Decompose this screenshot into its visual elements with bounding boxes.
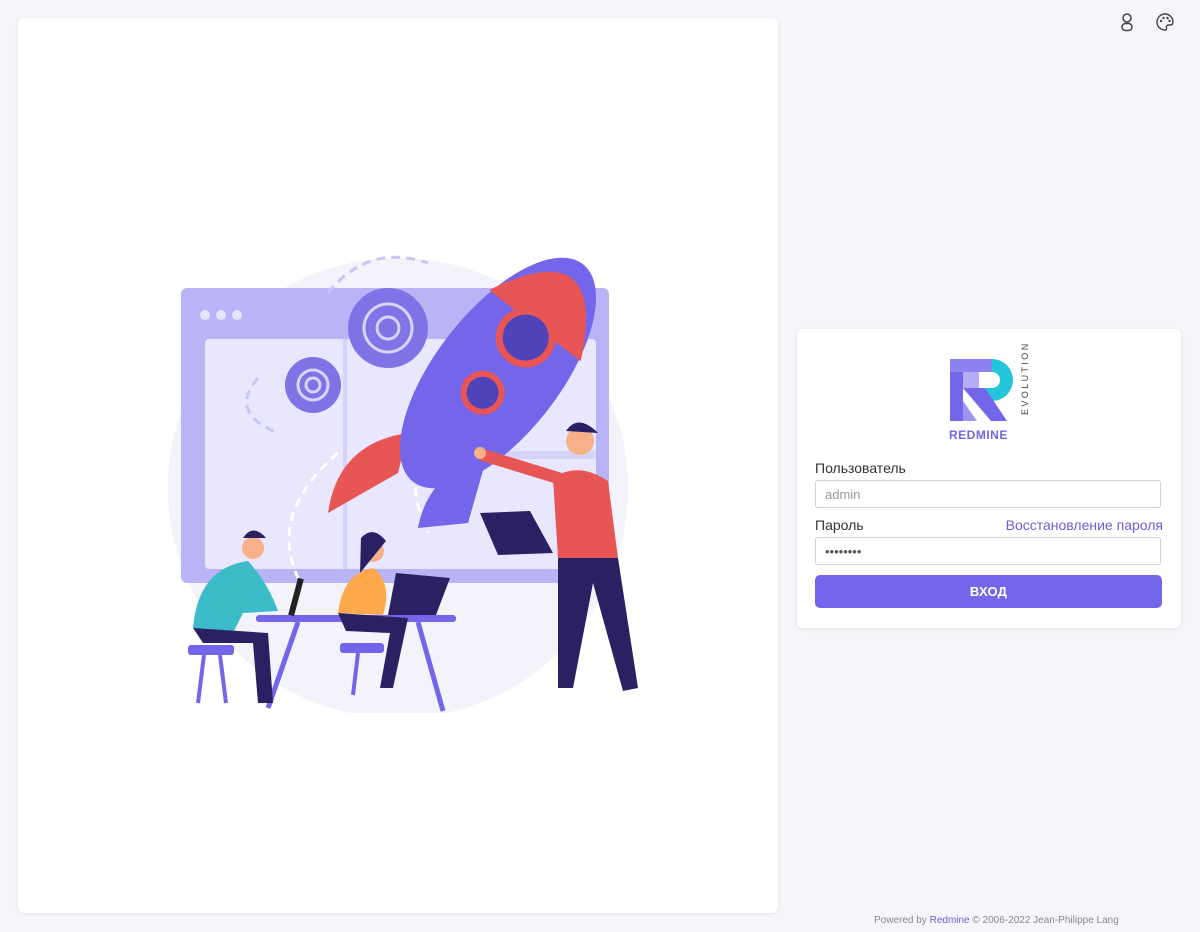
password-label: Пароль: [815, 517, 864, 533]
redmine-link[interactable]: Redmine: [930, 915, 970, 926]
illustration-panel: [18, 18, 778, 913]
footer-copyright: © 2006-2022 Jean-Philippe Lang: [972, 915, 1119, 926]
palette-icon[interactable]: [1154, 11, 1176, 33]
user-icon[interactable]: [1116, 11, 1138, 33]
footer-prefix: Powered by: [874, 915, 927, 926]
username-input[interactable]: [815, 480, 1161, 508]
footer: Powered by Redmine © 2006-2022 Jean-Phil…: [874, 915, 1119, 926]
top-toolbar: [1116, 11, 1176, 33]
logo-brand-text: REDMINE: [949, 428, 1008, 442]
team-rocket-illustration: [168, 255, 638, 713]
forgot-password-link[interactable]: Восстановление пароля: [1006, 517, 1163, 533]
redmine-logo-icon: [950, 359, 1013, 421]
login-form: REDMINE EVOLUTION Пользователь Пароль Во…: [797, 329, 1181, 628]
logo-sub-text: EVOLUTION: [1020, 341, 1030, 415]
password-input[interactable]: [815, 537, 1161, 565]
username-label: Пользователь: [815, 460, 906, 476]
login-button[interactable]: ВХОД: [815, 575, 1162, 608]
